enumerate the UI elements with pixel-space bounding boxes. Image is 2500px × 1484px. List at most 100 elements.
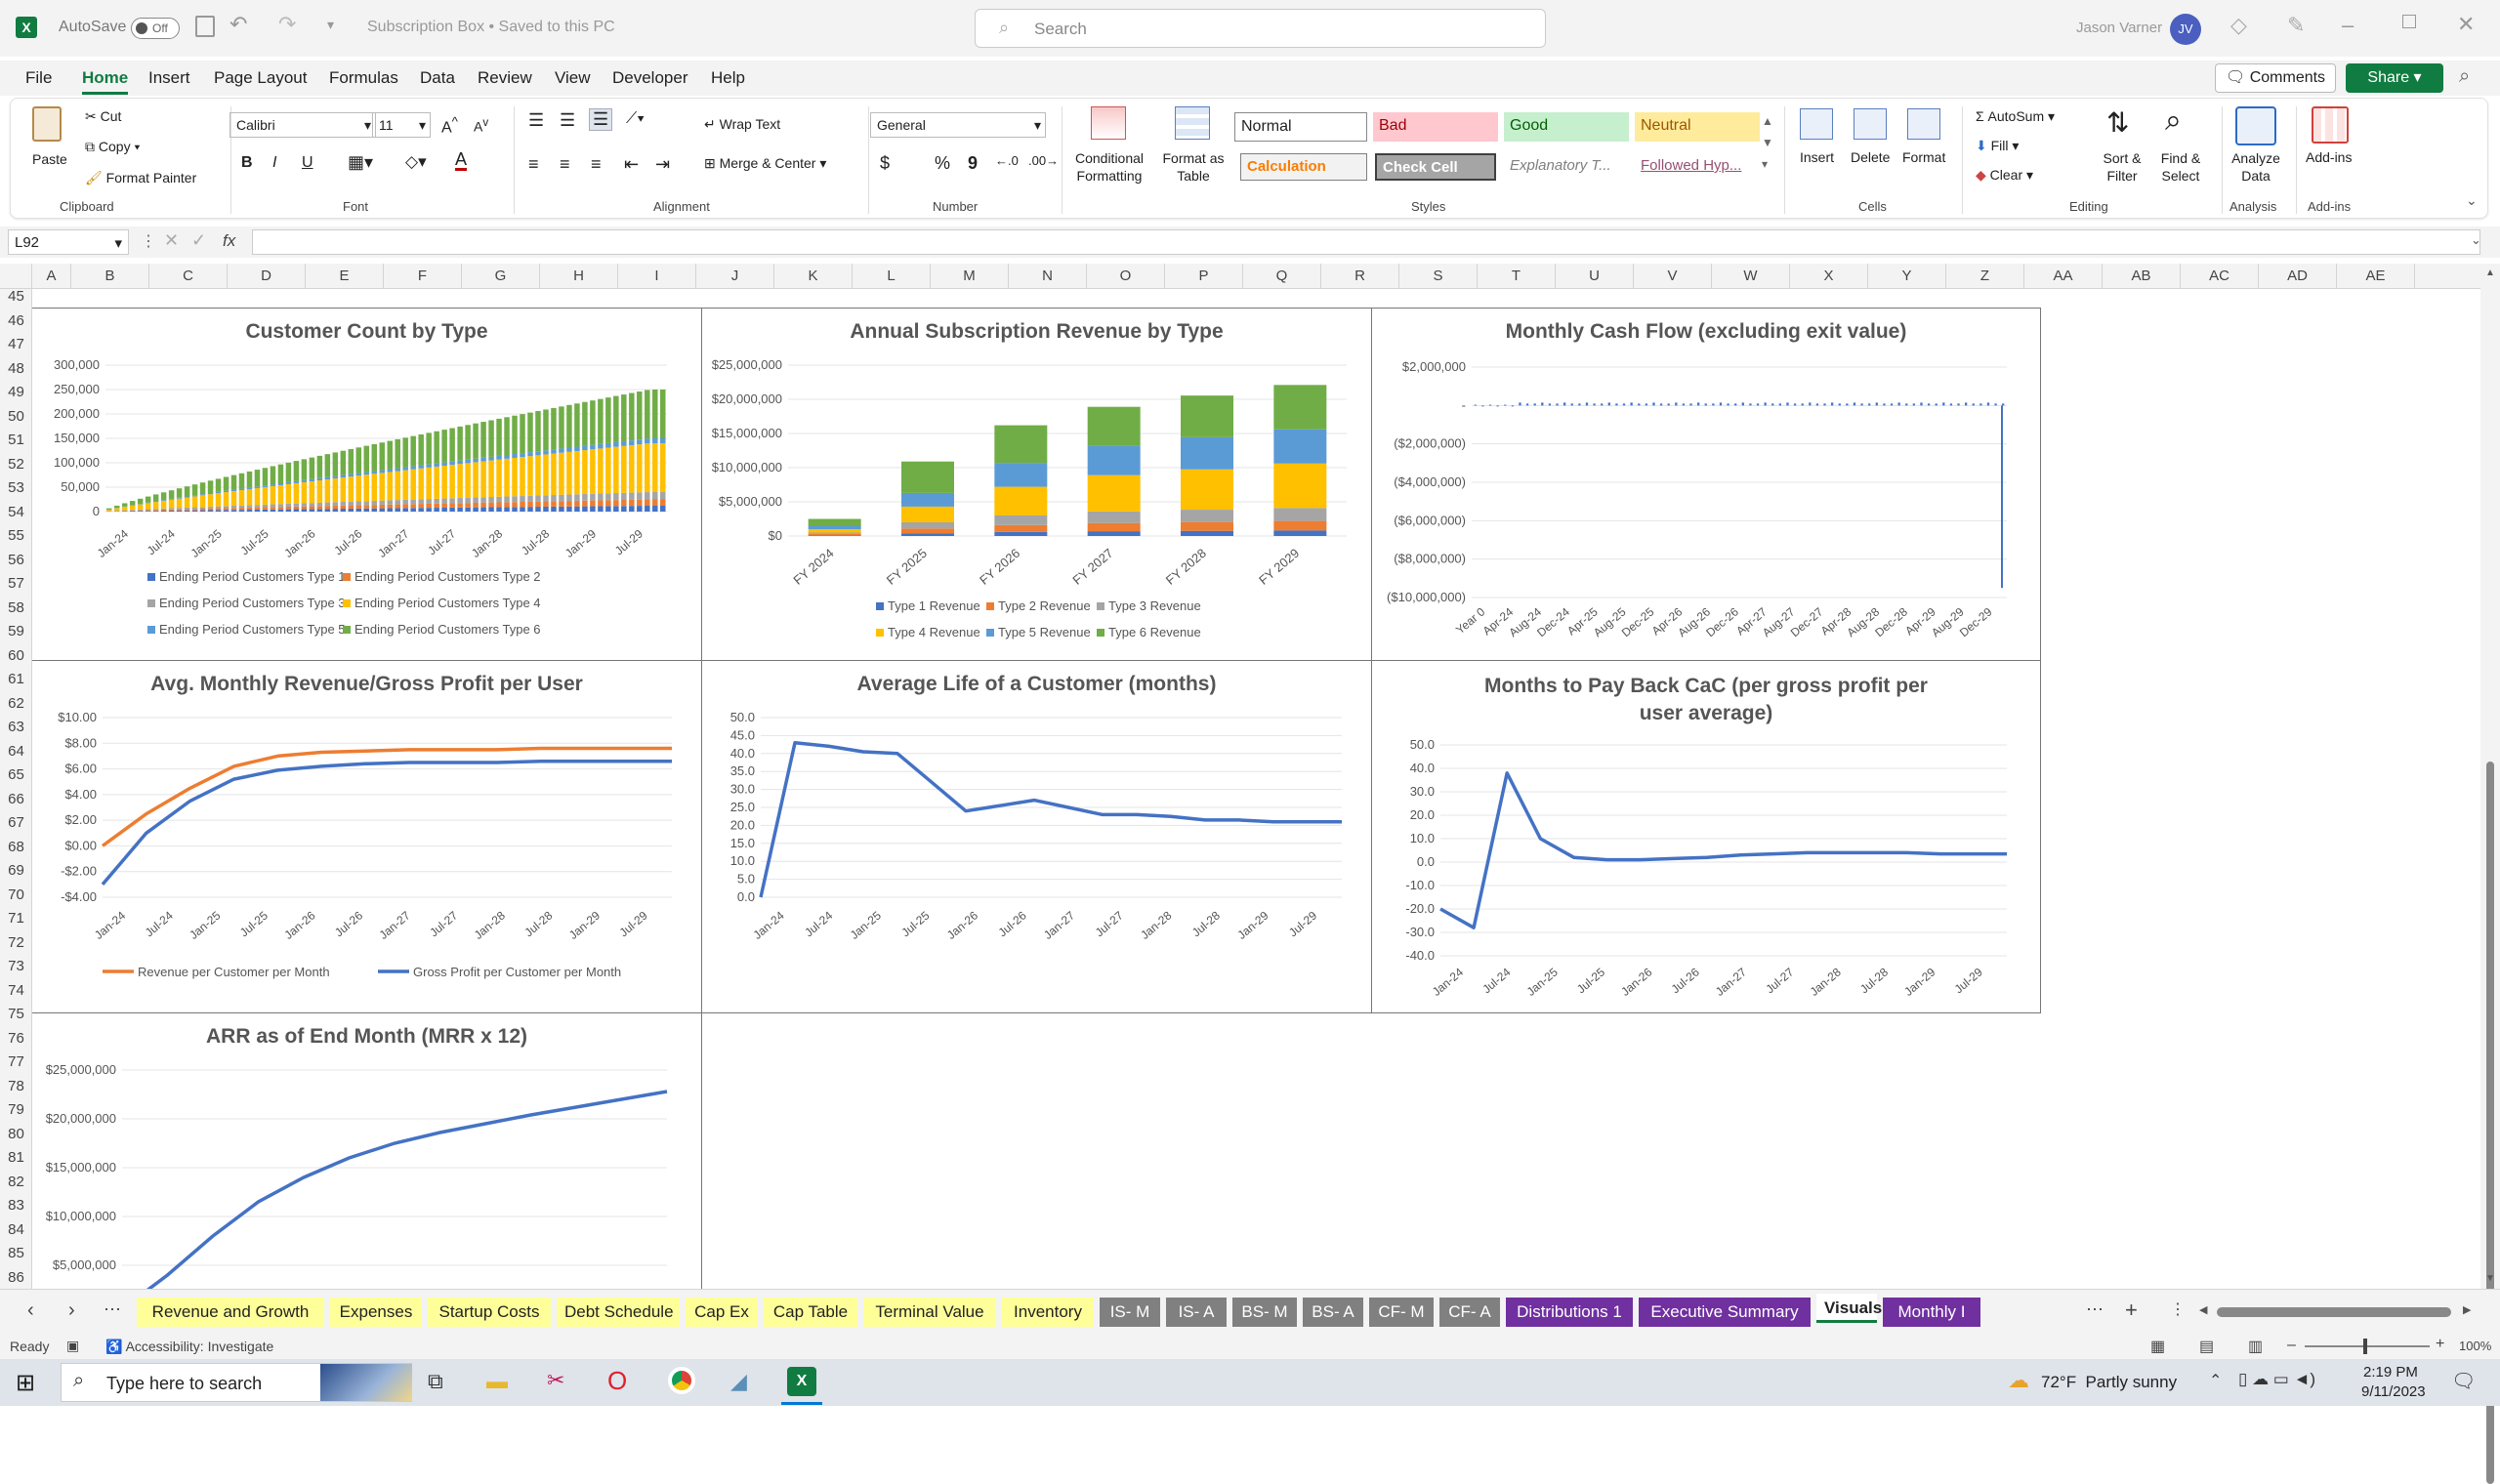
column-header[interactable]: E <box>306 264 384 289</box>
menu-developer[interactable]: Developer <box>612 68 688 88</box>
row-header[interactable]: 45 <box>0 285 32 309</box>
weather-text[interactable]: 72°F Partly sunny <box>2041 1373 2177 1392</box>
column-header[interactable]: Q <box>1243 264 1321 289</box>
tab-sheet[interactable]: Debt Schedule <box>557 1298 680 1327</box>
row-header[interactable]: 82 <box>0 1171 32 1194</box>
hscroll-right-icon[interactable]: ▶ <box>2463 1303 2471 1316</box>
copy-button[interactable]: ⧉ Copy ▾ <box>85 139 140 155</box>
column-header[interactable]: G <box>462 264 540 289</box>
clear-button[interactable]: ◆ Clear ▾ <box>1976 167 2033 184</box>
decrease-decimal-icon[interactable]: .00→ <box>1028 153 1059 168</box>
align-bottom-icon[interactable]: ☰ <box>589 108 612 131</box>
row-header[interactable]: 64 <box>0 740 32 763</box>
row-header[interactable]: 83 <box>0 1194 32 1217</box>
weather-icon[interactable]: ☁ <box>2008 1368 2029 1393</box>
style-bad[interactable]: Bad <box>1373 112 1498 142</box>
row-header[interactable]: 65 <box>0 763 32 787</box>
column-header[interactable]: O <box>1087 264 1165 289</box>
vertical-scrollbar[interactable]: ▲ ▼ <box>2480 264 2500 1289</box>
tab-prev-icon[interactable]: ‹ <box>27 1299 34 1322</box>
fill-button[interactable]: ⬇ Fill ▾ <box>1976 138 2019 154</box>
shrink-font-icon[interactable]: Av <box>474 116 488 135</box>
align-right-icon[interactable]: ≡ <box>591 154 602 175</box>
merge-center-button[interactable]: ⊞ Merge & Center ▾ <box>704 155 826 172</box>
menu-file[interactable]: File <box>25 68 52 88</box>
tab-sheet[interactable]: Visuals <box>1816 1294 1877 1323</box>
user-name[interactable]: Jason Varner <box>2076 20 2162 36</box>
column-header[interactable]: AE <box>2337 264 2415 289</box>
style-neutral[interactable]: Neutral <box>1635 112 1760 142</box>
row-header[interactable]: 68 <box>0 836 32 859</box>
column-header[interactable]: N <box>1009 264 1087 289</box>
row-header[interactable]: 53 <box>0 476 32 500</box>
zoom-slider[interactable] <box>2305 1345 2430 1347</box>
close-icon[interactable]: ✕ <box>2457 12 2475 37</box>
minimize-icon[interactable]: – <box>2342 13 2354 38</box>
style-check-cell[interactable]: Check Cell <box>1375 153 1496 181</box>
column-header[interactable]: A <box>32 264 71 289</box>
column-header[interactable]: Z <box>1946 264 2024 289</box>
task-view-icon[interactable]: ⧉ <box>428 1369 443 1394</box>
increase-indent-icon[interactable]: ⇥ <box>655 154 670 175</box>
tab-sheet[interactable]: Monthly I <box>1883 1298 1980 1327</box>
restore-icon[interactable] <box>2402 15 2416 28</box>
conditional-formatting-button[interactable]: Conditional Formatting <box>1070 149 1148 185</box>
row-header[interactable]: 81 <box>0 1146 32 1170</box>
decrease-indent-icon[interactable]: ⇤ <box>624 154 639 175</box>
row-header[interactable]: 71 <box>0 907 32 930</box>
clock-time[interactable]: 2:19 PM <box>2363 1364 2418 1381</box>
column-header[interactable]: U <box>1556 264 1634 289</box>
show-hidden-icons[interactable]: ⌃ <box>2209 1371 2222 1390</box>
row-header[interactable]: 63 <box>0 716 32 739</box>
column-header[interactable]: AD <box>2259 264 2337 289</box>
menu-review[interactable]: Review <box>478 68 532 88</box>
share-button[interactable]: Share ▾ <box>2346 63 2443 93</box>
customize-qat-icon[interactable]: ▾ <box>327 17 334 33</box>
borders-icon[interactable]: ▦▾ <box>348 152 373 173</box>
tab-sheet[interactable]: CF- M <box>1369 1298 1434 1327</box>
column-header[interactable]: V <box>1634 264 1712 289</box>
row-header[interactable]: 72 <box>0 931 32 955</box>
tab-sheet[interactable]: IS- A <box>1166 1298 1227 1327</box>
column-header[interactable]: M <box>931 264 1009 289</box>
format-cells-button[interactable]: Format <box>1902 149 1945 165</box>
expand-formula-icon[interactable]: ⌄ <box>2471 232 2481 248</box>
column-header[interactable]: L <box>853 264 931 289</box>
row-header[interactable]: 69 <box>0 859 32 883</box>
italic-button[interactable]: I <box>272 154 276 172</box>
column-header[interactable]: AA <box>2024 264 2103 289</box>
windows-start-icon[interactable]: ⊞ <box>16 1369 35 1397</box>
tab-next-icon[interactable]: › <box>68 1299 75 1322</box>
column-header[interactable]: AB <box>2103 264 2181 289</box>
insert-cells-button[interactable]: Insert <box>1800 149 1834 165</box>
bold-button[interactable]: B <box>241 154 253 172</box>
add-sheet-icon[interactable]: + <box>2125 1298 2138 1323</box>
row-header[interactable]: 50 <box>0 405 32 429</box>
tab-sheet[interactable]: Distributions 1 <box>1506 1298 1633 1327</box>
find-select-button[interactable]: Find & Select <box>2153 149 2208 185</box>
page-layout-view-icon[interactable]: ▤ <box>2199 1337 2214 1356</box>
menu-formulas[interactable]: Formulas <box>329 68 398 88</box>
zoom-level[interactable]: 100% <box>2459 1339 2491 1353</box>
row-header[interactable]: 84 <box>0 1218 32 1242</box>
row-header[interactable]: 59 <box>0 620 32 643</box>
align-center-icon[interactable]: ≡ <box>560 154 570 175</box>
menu-home[interactable]: Home <box>82 68 128 88</box>
column-header[interactable]: C <box>149 264 228 289</box>
chart-cash-flow[interactable]: Monthly Cash Flow (excluding exit value)… <box>1371 308 2041 661</box>
row-header[interactable]: 61 <box>0 668 32 691</box>
add-ins-icon[interactable] <box>2312 106 2349 144</box>
font-color-icon[interactable]: A <box>455 150 467 171</box>
grow-font-icon[interactable]: A^ <box>441 114 458 137</box>
align-left-icon[interactable]: ≡ <box>528 154 539 175</box>
scroll-up-icon[interactable]: ▲ <box>2485 268 2495 278</box>
delete-cells-button[interactable]: Delete <box>1851 149 1890 165</box>
chart-annual-revenue[interactable]: Annual Subscription Revenue by Type $0$5… <box>701 308 1372 661</box>
formula-input[interactable] <box>252 229 2480 255</box>
column-header[interactable]: P <box>1165 264 1243 289</box>
row-header[interactable]: 48 <box>0 357 32 381</box>
row-header[interactable]: 47 <box>0 333 32 356</box>
clock-date[interactable]: 9/11/2023 <box>2361 1383 2426 1400</box>
search-box[interactable]: ⌕ Search <box>975 9 1546 48</box>
sort-filter-button[interactable]: Sort & Filter <box>2097 149 2147 185</box>
